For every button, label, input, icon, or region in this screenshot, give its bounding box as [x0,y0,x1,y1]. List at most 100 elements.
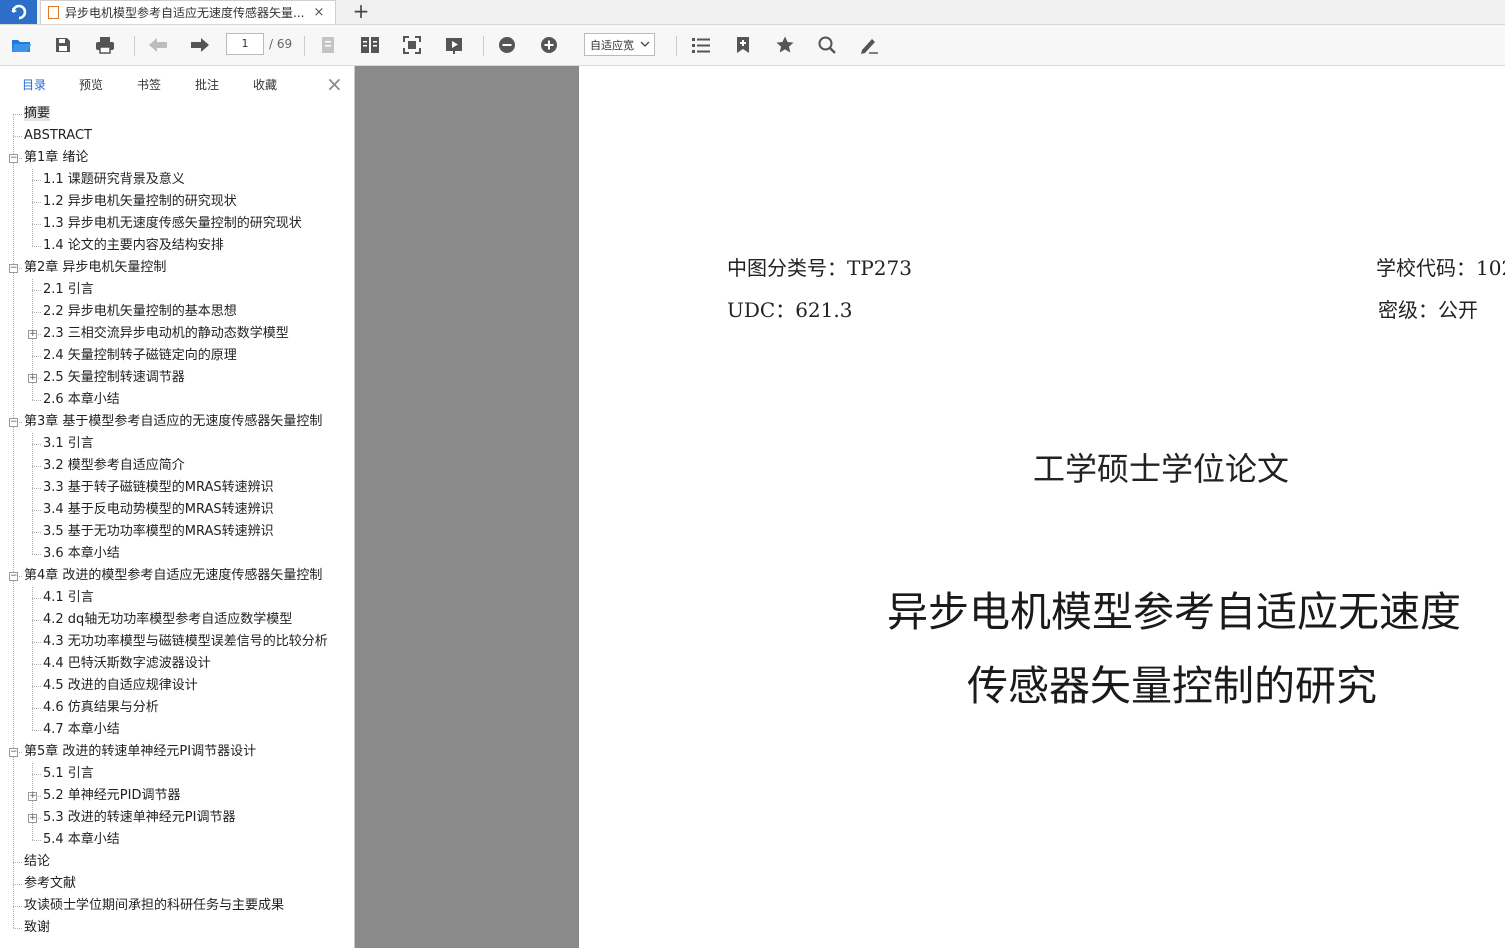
toc-item[interactable]: 1.4 论文的主要内容及结构安排 [43,235,224,257]
new-tab-button[interactable]: + [350,0,372,24]
toc-item-label: 2.4 矢量控制转子磁链定向的原理 [43,348,237,363]
toc-item[interactable]: 第1章 绪论 [24,147,88,169]
toc-item[interactable]: 攻读硕士学位期间承担的科研任务与主要成果 [24,895,284,917]
expand-toggle-icon[interactable]: + [28,374,37,383]
zoom-out-icon[interactable] [494,33,520,57]
toc-item-label: 4.7 本章小结 [43,722,120,737]
tree-line [32,400,41,401]
toc-item[interactable]: 5.3 改进的转速单神经元PI调节器 [43,807,235,829]
tree-line [13,906,22,907]
tree-line [13,136,22,137]
print-icon[interactable] [92,33,118,57]
tree-line [32,620,41,621]
toc-item[interactable]: 致谢 [24,917,50,939]
collapse-toggle-icon[interactable]: − [9,572,18,581]
open-folder-icon[interactable] [8,33,34,57]
toc-item[interactable]: 2.5 矢量控制转速调节器 [43,367,185,389]
favorite-star-icon[interactable] [772,33,798,57]
toc-item[interactable]: 第4章 改进的模型参考自适应无速度传感器矢量控制 [24,565,322,587]
toc-item[interactable]: 1.3 异步电机无速度传感矢量控制的研究现状 [43,213,302,235]
toc-item[interactable]: 2.1 引言 [43,279,94,301]
sidebar-close-button[interactable]: × [326,72,343,96]
toc-item[interactable]: 5.1 引言 [43,763,94,785]
tab-close-button[interactable]: × [311,5,327,20]
page-number-input[interactable]: 1 [226,33,264,55]
tab-preview[interactable]: 预览 [79,76,103,93]
thesis-title-line2: 传感器矢量控制的研究 [967,662,1377,710]
toc-item[interactable]: 4.5 改进的自适应规律设计 [43,675,198,697]
zoom-in-icon[interactable] [536,33,562,57]
udc-number: UDC：621.3 [727,298,853,322]
toc-item-label: 2.3 三相交流异步电动机的静动态数学模型 [43,326,289,341]
toc-item[interactable]: 4.6 仿真结果与分析 [43,697,159,719]
toc-item[interactable]: 4.1 引言 [43,587,94,609]
tab-bookmarks[interactable]: 书签 [137,76,161,93]
collapse-toggle-icon[interactable]: − [9,748,18,757]
tab-favorites[interactable]: 收藏 [253,76,277,93]
thesis-title-line1: 异步电机模型参考自适应无速度 [887,588,1461,636]
toc-item[interactable]: 3.4 基于反电动势模型的MRAS转速辨识 [43,499,274,521]
pdf-file-icon: PDF [48,6,59,19]
expand-toggle-icon[interactable]: + [28,792,37,801]
tree-line [32,730,41,731]
toc-item[interactable]: 摘要 [24,103,51,125]
tree-line [32,433,33,554]
toc-item[interactable]: 3.5 基于无功功率模型的MRAS转速辨识 [43,521,274,543]
toc-item[interactable]: 3.1 引言 [43,433,94,455]
toc-item[interactable]: 3.6 本章小结 [43,543,120,565]
save-icon[interactable] [50,33,76,57]
toc-item-label: 参考文献 [24,876,77,891]
zoom-select[interactable]: 自适应宽 [584,33,655,56]
toc-item[interactable]: 1.1 课题研究背景及意义 [43,169,185,191]
document-page[interactable]: 中图分类号：TP273 学校代码：10216 UDC：621.3 密级：公开 工… [579,66,1505,948]
toc-item[interactable]: 3.2 模型参考自适应简介 [43,455,185,477]
toc-item[interactable]: ABSTRACT [24,125,92,147]
app-logo-icon[interactable] [0,0,37,24]
tree-line [32,290,41,291]
toc-item[interactable]: 4.2 dq轴无功功率模型参考自适应数学模型 [43,609,292,631]
annotate-pen-icon[interactable] [856,33,882,57]
toc-item[interactable]: 4.3 无功功率模型与磁链模型误差信号的比较分析 [43,631,328,653]
toc-item-label: 第2章 异步电机矢量控制 [24,260,167,275]
toc-item[interactable]: 结论 [24,851,50,873]
toc-item[interactable]: 5.4 本章小结 [43,829,120,851]
tab-contents[interactable]: 目录 [22,76,46,93]
toc-item[interactable]: 3.3 基于转子磁链模型的MRAS转速辨识 [43,477,274,499]
toc-item[interactable]: 2.4 矢量控制转子磁链定向的原理 [43,345,237,367]
collapse-toggle-icon[interactable]: − [9,264,18,273]
toc-item[interactable]: 2.3 三相交流异步电动机的静动态数学模型 [43,323,289,345]
toc-item-label: 3.1 引言 [43,436,94,451]
tree-line [32,774,41,775]
toc-item[interactable]: 第2章 异步电机矢量控制 [24,257,166,279]
toc-item[interactable]: 4.4 巴特沃斯数字滤波器设计 [43,653,211,675]
expand-toggle-icon[interactable]: + [28,814,37,823]
tab-annotations[interactable]: 批注 [195,76,219,93]
presentation-icon[interactable] [441,33,467,57]
expand-toggle-icon[interactable]: + [28,330,37,339]
search-icon[interactable] [814,33,840,57]
tree-line [32,246,41,247]
separator [134,36,135,56]
collapse-toggle-icon[interactable]: − [9,418,18,427]
toc-item[interactable]: 2.6 本章小结 [43,389,120,411]
outline-list-icon[interactable] [688,33,714,57]
tree-line [32,356,41,357]
toc-item[interactable]: 1.2 异步电机矢量控制的研究现状 [43,191,237,213]
double-page-icon[interactable] [357,33,383,57]
forward-arrow-icon[interactable] [187,33,213,57]
toc-item[interactable]: 第5章 改进的转速单神经元PI调节器设计 [24,741,256,763]
toc-item[interactable]: 5.2 单神经元PID调节器 [43,785,181,807]
back-arrow-icon[interactable] [145,33,171,57]
toc-item-label: 摘要 [24,106,51,121]
toc-item[interactable]: 2.2 异步电机矢量控制的基本思想 [43,301,237,323]
tree-line [32,180,41,181]
document-tab[interactable]: PDF 异步电机模型参考自适应无速度传感器矢量... × [40,0,336,24]
add-bookmark-icon[interactable] [730,33,756,57]
tree-line [32,708,41,709]
single-page-icon[interactable] [315,33,341,57]
fit-page-icon[interactable] [399,33,425,57]
toc-item[interactable]: 第3章 基于模型参考自适应的无速度传感器矢量控制 [24,411,322,433]
toc-item[interactable]: 参考文献 [24,873,76,895]
toc-item[interactable]: 4.7 本章小结 [43,719,120,741]
collapse-toggle-icon[interactable]: − [9,154,18,163]
